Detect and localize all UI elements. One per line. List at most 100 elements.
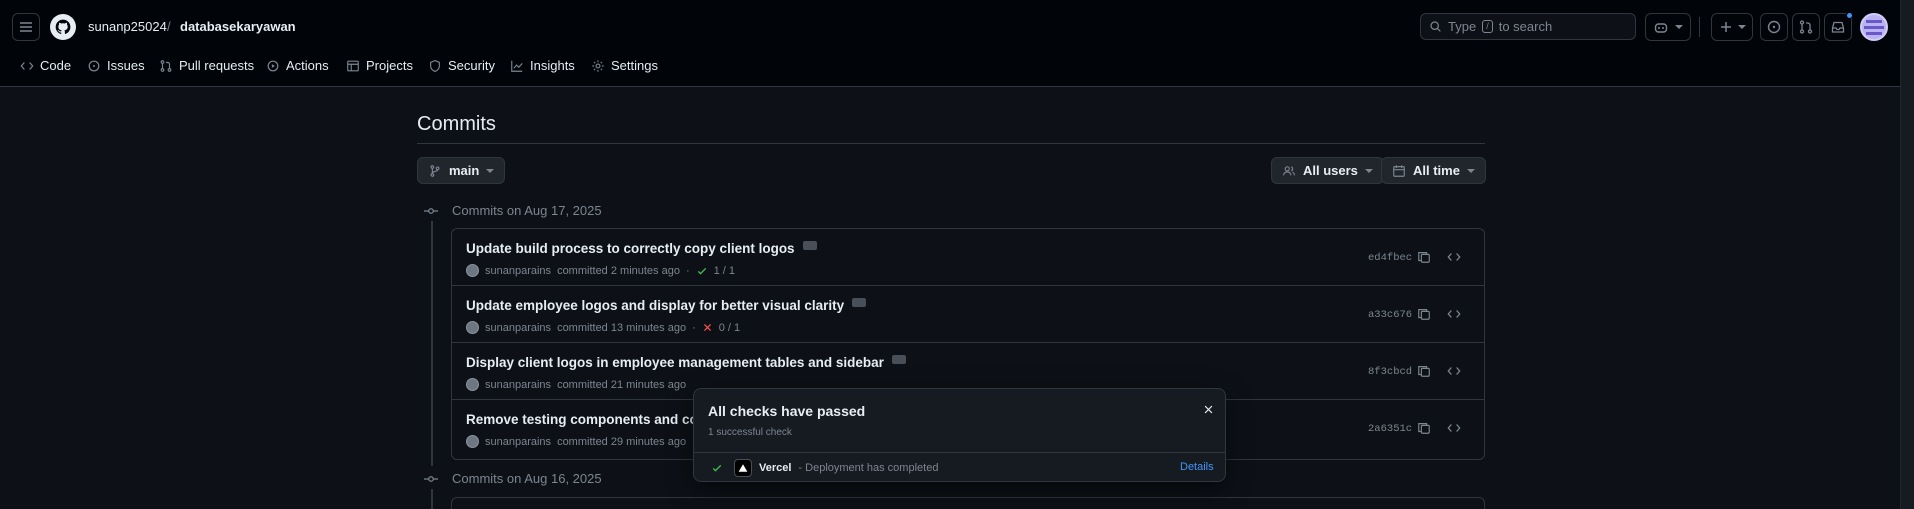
tab-actions[interactable]: Actions [266, 58, 329, 73]
copy-sha-button[interactable] [1415, 305, 1433, 323]
commit-sha[interactable]: ed4fbec [1368, 252, 1412, 264]
tab-projects[interactable]: Projects [346, 58, 413, 73]
check-message: - Deployment has completed [798, 462, 939, 474]
tab-issues[interactable]: Issues [87, 58, 145, 73]
commit-message[interactable]: Remove testing components and cons [466, 412, 714, 427]
tab-settings[interactable]: Settings [591, 58, 658, 73]
avatar[interactable] [466, 435, 479, 448]
copy-icon [1418, 309, 1430, 320]
copy-sha-button[interactable] [1415, 248, 1433, 266]
copy-icon [1418, 423, 1430, 434]
tab-label: Code [40, 58, 72, 73]
avatar[interactable] [466, 264, 479, 277]
plus-icon [1721, 22, 1731, 32]
issue-icon [1767, 20, 1781, 34]
avatar[interactable] [466, 321, 479, 334]
menu-button[interactable] [12, 13, 40, 41]
browse-files-button[interactable] [1445, 305, 1463, 323]
check-icon [712, 464, 722, 472]
commit-author[interactable]: sunanparains [485, 379, 551, 391]
browse-files-button[interactable] [1445, 419, 1463, 437]
pull-requests-button[interactable] [1792, 13, 1820, 41]
search-suffix: to search [1498, 19, 1553, 34]
commit-row: Update employee logos and display for be… [452, 286, 1484, 343]
copy-icon [1418, 366, 1430, 377]
code-icon [20, 61, 34, 70]
copy-icon [1418, 252, 1430, 263]
browse-files-button[interactable] [1445, 362, 1463, 380]
commit-title[interactable]: Update build process to correctly copy c… [466, 241, 817, 256]
tab-label: Insights [530, 58, 575, 73]
expand-message-button[interactable] [891, 355, 906, 364]
expand-message-button[interactable] [802, 241, 817, 250]
page-title: Commits [417, 113, 496, 135]
expand-message-button[interactable] [852, 298, 867, 307]
users-filter[interactable]: All users [1271, 157, 1384, 184]
chevron-down-icon [1466, 168, 1475, 173]
github-logo[interactable] [50, 14, 76, 40]
time-filter[interactable]: All time [1381, 157, 1486, 184]
browse-files-button[interactable] [1445, 248, 1463, 266]
commit-group-header: Commits on Aug 17, 2025 [424, 203, 602, 218]
commit-time: committed 29 minutes ago [557, 435, 687, 448]
branch-selector[interactable]: main [417, 157, 506, 184]
gear-icon [592, 59, 604, 72]
check-icon[interactable] [696, 265, 708, 277]
notification-dot [1846, 12, 1853, 19]
user-avatar[interactable] [1860, 13, 1888, 41]
timeline-line [431, 489, 433, 509]
chevron-down-icon [1675, 25, 1683, 29]
code-icon [1447, 367, 1461, 375]
commit-title[interactable]: Update employee logos and display for be… [466, 298, 867, 313]
tab-pull-requests[interactable]: Pull requests [159, 58, 254, 73]
commit-title[interactable]: Remove testing components and cons [466, 412, 714, 427]
tab-label: Issues [107, 58, 145, 73]
copilot-icon [1654, 23, 1668, 33]
issues-button[interactable] [1760, 13, 1788, 41]
commit-sha[interactable]: 8f3cbcd [1368, 366, 1412, 378]
commit-message[interactable]: Update build process to correctly copy c… [466, 241, 795, 256]
checks-count[interactable]: 1 / 1 [714, 265, 735, 277]
table-icon [347, 60, 359, 71]
tab-security[interactable]: Security [428, 58, 495, 73]
graph-icon [511, 60, 523, 72]
scrollbar[interactable] [1900, 0, 1914, 509]
tab-label: Settings [611, 58, 658, 73]
code-icon [1447, 253, 1461, 261]
chevron-down-icon [1364, 168, 1373, 173]
copy-sha-button[interactable] [1415, 419, 1433, 437]
copilot-button[interactable] [1645, 13, 1691, 41]
tab-label: Pull requests [179, 58, 255, 73]
octocat-icon [55, 19, 71, 34]
shield-icon [430, 59, 440, 72]
commit-sha[interactable]: a33c676 [1368, 309, 1412, 321]
calendar-icon [1393, 164, 1405, 177]
check-app-name: Vercel [759, 462, 792, 474]
repo-link[interactable]: databasekaryawan [180, 19, 296, 34]
commit-author[interactable]: sunanparains [485, 322, 551, 334]
commit-sha[interactable]: 2a6351c [1368, 423, 1412, 435]
popover-subtitle: 1 successful check [708, 427, 792, 438]
commit-group-date: Commits on Aug 16, 2025 [452, 471, 602, 486]
create-new-button[interactable] [1711, 13, 1753, 41]
avatar[interactable] [466, 378, 479, 391]
x-icon[interactable] [702, 322, 713, 333]
tab-code[interactable]: Code [20, 58, 71, 73]
commit-author[interactable]: sunanparains [485, 265, 551, 277]
commit-author[interactable]: sunanparains [485, 436, 551, 448]
tab-insights[interactable]: Insights [510, 58, 575, 73]
commit-group-header: Commits on Aug 16, 2025 [424, 471, 602, 486]
checks-popover: All checks have passed 1 successful chec… [693, 388, 1226, 482]
commit-message[interactable]: Update employee logos and display for be… [466, 298, 844, 313]
close-button[interactable] [1200, 401, 1216, 417]
checks-count[interactable]: 0 / 1 [719, 322, 740, 334]
commit-title[interactable]: Display client logos in employee managem… [466, 355, 906, 370]
meta-separator: · [685, 264, 690, 277]
owner-link[interactable]: sunanp25024 [88, 19, 167, 34]
commit-message[interactable]: Display client logos in employee managem… [466, 355, 884, 370]
search-shortcut-key: / [1482, 20, 1493, 33]
search-input[interactable]: Type / to search [1420, 13, 1636, 40]
copy-sha-button[interactable] [1415, 362, 1433, 380]
details-link[interactable]: Details [1180, 461, 1214, 473]
chevron-down-icon [486, 168, 495, 173]
